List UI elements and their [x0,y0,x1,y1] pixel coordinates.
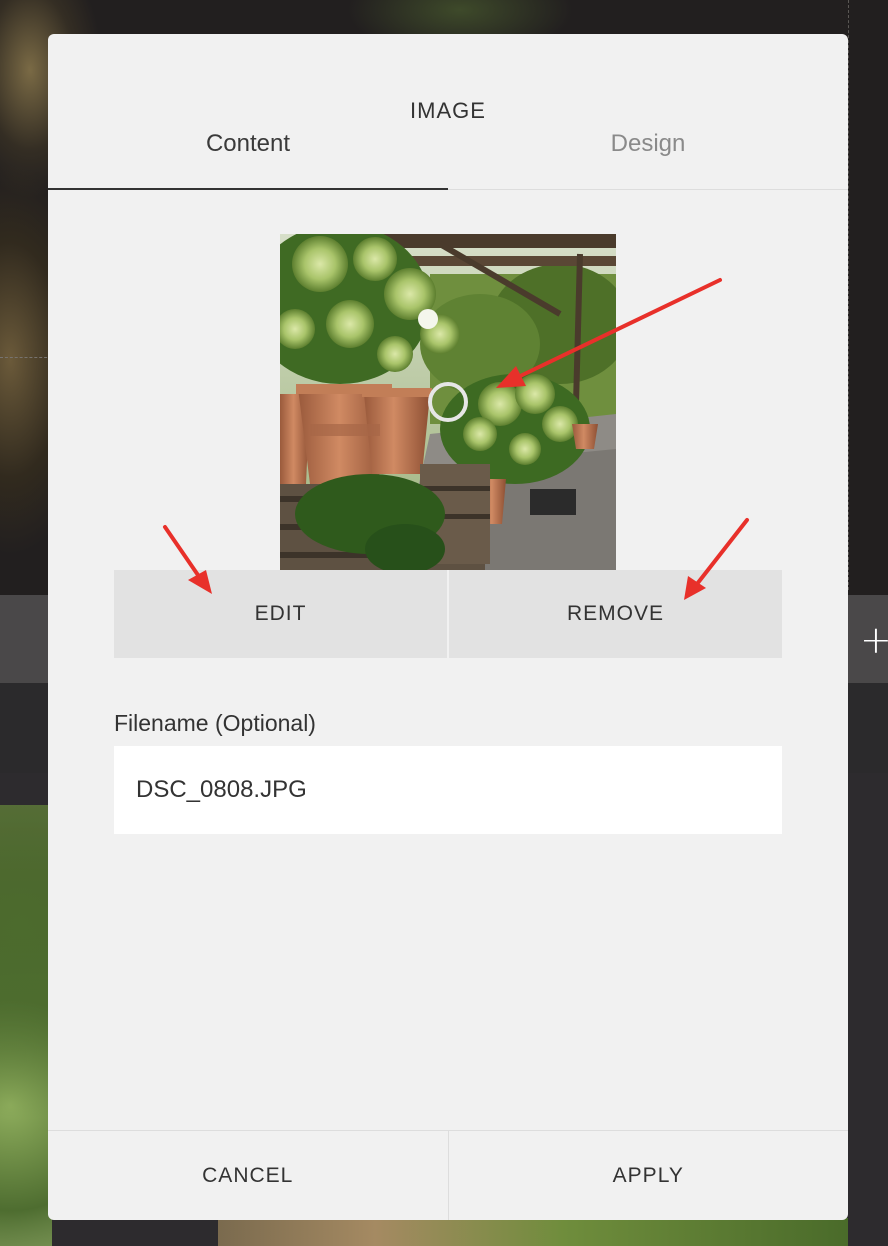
image-action-buttons: EDIT REMOVE [114,570,782,658]
background-dashed-guide [0,357,52,358]
edit-button[interactable]: EDIT [114,570,447,658]
tab-design[interactable]: Design [448,124,848,189]
filename-label: Filename (Optional) [114,710,316,736]
remove-button[interactable]: REMOVE [447,570,782,658]
dialog-tabs: Content Design [48,124,848,190]
dialog-footer: CANCEL APPLY [48,1130,848,1220]
filename-input[interactable] [114,746,782,834]
image-preview[interactable] [280,234,616,570]
cancel-button[interactable]: CANCEL [48,1131,448,1220]
background-garden-photo [0,805,52,1246]
focal-point-icon[interactable] [428,382,468,422]
plus-icon[interactable]: + [860,620,888,660]
background-dashed-guide-vertical [848,0,849,590]
background-garden-photo-strip [218,1218,848,1246]
dialog-title: IMAGE [410,98,486,123]
tab-content[interactable]: Content [48,124,448,190]
image-block-dialog: IMAGE Content Design EDIT REMOVE Filenam… [48,34,848,1220]
apply-button[interactable]: APPLY [447,1131,849,1220]
